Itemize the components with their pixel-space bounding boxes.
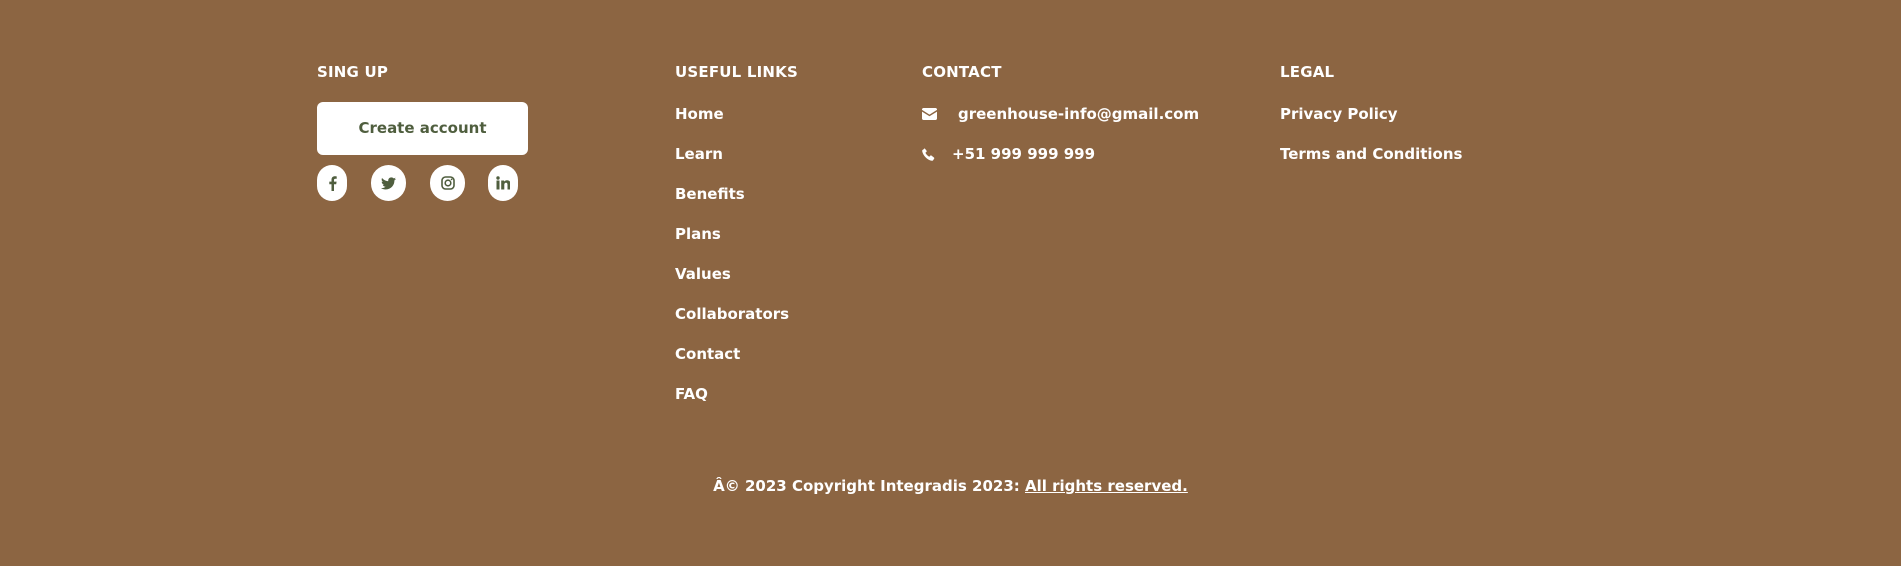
footer-link-terms-and-conditions[interactable]: Terms and Conditions <box>1280 144 1462 184</box>
useful-links-section: USEFUL LINKS Home Learn Benefits Plans V… <box>675 62 798 424</box>
useful-links-list: Home Learn Benefits Plans Values Collabo… <box>675 104 798 424</box>
create-account-button[interactable]: Create account <box>317 102 528 155</box>
site-footer: SING UP Create account USEFUL LINKS Home… <box>0 0 1901 566</box>
footer-link-benefits[interactable]: Benefits <box>675 184 798 224</box>
facebook-link[interactable] <box>317 165 347 201</box>
signup-section: SING UP Create account <box>317 62 528 203</box>
signup-title: SING UP <box>317 63 389 81</box>
instagram-link[interactable] <box>430 165 465 201</box>
linkedin-icon <box>496 176 510 190</box>
footer-link-plans[interactable]: Plans <box>675 224 798 264</box>
copyright: Â© 2023 Copyright Integradis 2023: All r… <box>0 476 1901 496</box>
footer-link-privacy-policy[interactable]: Privacy Policy <box>1280 104 1462 144</box>
linkedin-link[interactable] <box>488 165 518 201</box>
contact-phone: +51 999 999 999 <box>922 144 1199 184</box>
contact-email: greenhouse-info@gmail.com <box>922 104 1199 144</box>
contact-phone-text[interactable]: +51 999 999 999 <box>952 144 1095 164</box>
legal-title: LEGAL <box>1280 63 1335 81</box>
footer-link-values[interactable]: Values <box>675 264 798 304</box>
footer-link-faq[interactable]: FAQ <box>675 384 798 424</box>
useful-links-title: USEFUL LINKS <box>675 63 798 81</box>
social-links <box>317 165 528 203</box>
twitter-link[interactable] <box>371 165 406 201</box>
contact-section: CONTACT greenhouse-info@gmail.com +51 99… <box>922 62 1199 184</box>
copyright-text: Â© 2023 Copyright Integradis 2023: <box>713 477 1025 495</box>
twitter-icon <box>381 176 396 190</box>
contact-title: CONTACT <box>922 63 1002 81</box>
envelope-icon <box>922 104 938 124</box>
facebook-icon <box>328 175 337 191</box>
footer-link-collaborators[interactable]: Collaborators <box>675 304 798 344</box>
contact-email-text[interactable]: greenhouse-info@gmail.com <box>958 104 1199 124</box>
legal-section: LEGAL Privacy Policy Terms and Condition… <box>1280 62 1462 184</box>
all-rights-reserved-link[interactable]: All rights reserved. <box>1025 477 1188 495</box>
footer-link-home[interactable]: Home <box>675 104 798 144</box>
legal-links-list: Privacy Policy Terms and Conditions <box>1280 104 1462 184</box>
phone-icon <box>922 144 938 164</box>
instagram-icon <box>440 176 455 190</box>
footer-link-learn[interactable]: Learn <box>675 144 798 184</box>
footer-link-contact[interactable]: Contact <box>675 344 798 384</box>
